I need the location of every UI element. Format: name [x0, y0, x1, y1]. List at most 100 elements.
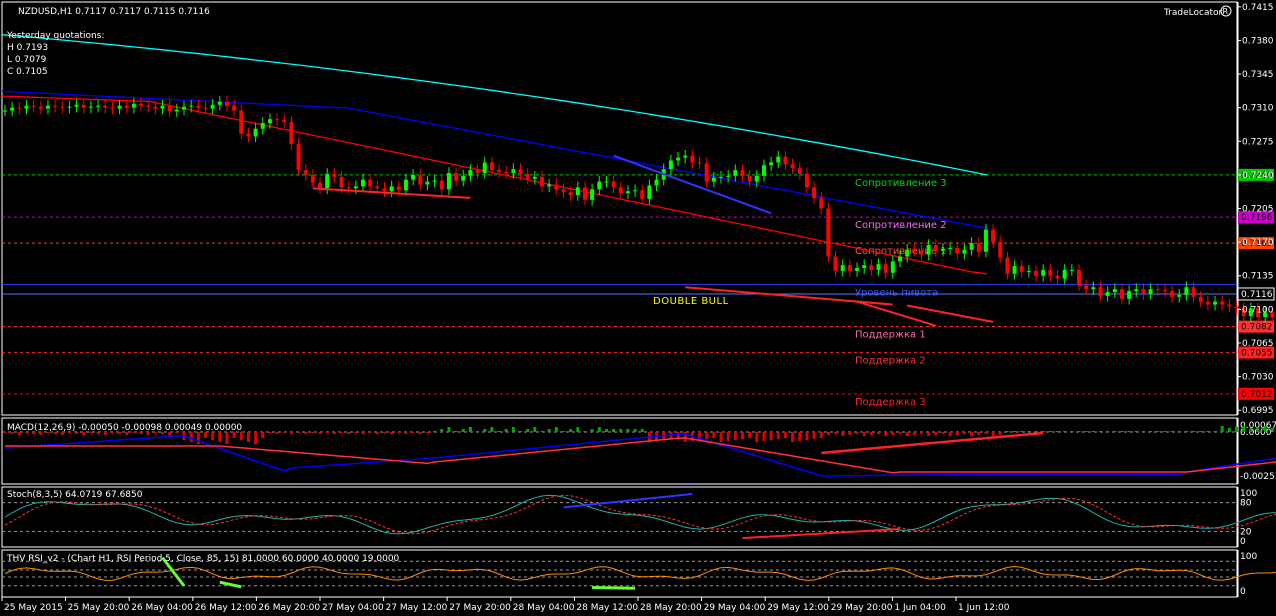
level-label: Уровень пивота: [855, 287, 938, 298]
candle-body: [876, 264, 881, 270]
macd-bar: [1270, 428, 1274, 432]
macd-bar: [1084, 431, 1088, 432]
candle-body: [983, 229, 988, 252]
trading-chart[interactable]: Сопротивление 3 0.7240 Сопротивление 2 0.71…: [0, 0, 1276, 616]
time-tick-label: 27 May 20:00: [449, 603, 511, 613]
macd-bar: [1106, 431, 1110, 432]
level-label: Сопротивление 1: [855, 246, 947, 257]
candle-body: [131, 103, 136, 108]
candle-body: [375, 186, 380, 189]
macd-signal-line: [5, 437, 1276, 474]
macd-bar: [1206, 431, 1210, 432]
macd-bar: [762, 432, 766, 441]
time-tick-label: 28 May 20:00: [640, 603, 702, 613]
candle-body: [1005, 257, 1010, 274]
rsi-line: [4, 565, 1276, 581]
macd-bar: [1034, 431, 1038, 432]
macd-bar: [254, 432, 258, 444]
candle-body: [547, 184, 552, 187]
candle-body: [1184, 287, 1189, 295]
macd-bar: [905, 432, 909, 436]
candle-body: [318, 182, 323, 189]
candle-body: [855, 268, 860, 271]
macd-bar: [297, 432, 301, 433]
candle-body: [991, 229, 996, 243]
macd-bar: [826, 432, 830, 435]
time-tick-label: 26 May 20:00: [258, 603, 320, 613]
macd-bar: [540, 431, 544, 432]
candle-body: [618, 187, 623, 194]
price-tick-label: 0.7415: [1242, 3, 1274, 13]
macd-bar: [1177, 431, 1181, 432]
macd-bar: [1098, 431, 1102, 432]
price-tick-label: 0.7345: [1242, 70, 1274, 80]
candle-body: [203, 107, 208, 109]
macd-bar: [1242, 426, 1246, 432]
candle-body: [489, 162, 494, 171]
macd-bar: [919, 432, 923, 434]
macd-bar: [855, 432, 859, 434]
macd-bar: [354, 432, 358, 433]
macd-bar: [211, 432, 215, 440]
candle-body: [862, 265, 867, 269]
candle-body: [525, 173, 530, 179]
candle-body: [776, 156, 781, 163]
macd-bar: [418, 432, 422, 434]
candle-body: [439, 180, 444, 190]
macd-bar: [468, 427, 472, 432]
candle-body: [482, 162, 487, 173]
candle-body: [446, 172, 451, 190]
candle-body: [654, 179, 659, 186]
candle-body: [690, 155, 695, 163]
time-tick-label: 27 May 04:00: [322, 603, 384, 613]
candle-body: [504, 172, 509, 174]
candle-body: [1127, 291, 1132, 299]
candle-body: [389, 186, 394, 192]
macd-bar: [776, 432, 780, 439]
candle-body: [339, 176, 344, 188]
candle-body: [196, 105, 201, 108]
candle-body: [740, 170, 745, 176]
macd-bar: [318, 432, 322, 434]
candle-body: [1170, 291, 1175, 297]
candle-body: [182, 106, 186, 110]
macd-bar: [382, 432, 386, 433]
candle-body: [411, 174, 416, 180]
macd-bar: [1020, 431, 1024, 432]
candle-body: [840, 265, 845, 271]
candle-body: [561, 189, 566, 193]
time-tick-label: 1 Jun 12:00: [958, 603, 1010, 613]
candle-body: [940, 248, 945, 251]
candle-body: [1148, 289, 1153, 294]
candle-body: [253, 128, 258, 137]
candle-body: [289, 122, 294, 145]
candle-body: [933, 244, 938, 251]
candle-body: [353, 186, 358, 189]
price-tick-label: 0.7065: [1242, 339, 1274, 349]
macd-bar: [748, 432, 752, 438]
macd-bar: [1149, 431, 1153, 432]
candle-body: [361, 179, 365, 187]
macd-bar: [719, 432, 723, 442]
candle-body: [96, 105, 101, 107]
stoch-trendline: [563, 492, 693, 509]
macd-bar: [1235, 427, 1239, 432]
candle-body: [103, 105, 108, 108]
candle-body: [17, 107, 22, 109]
candle-body: [998, 242, 1003, 258]
macd-bar: [340, 432, 344, 433]
candle-body: [454, 172, 459, 181]
macd-bar: [447, 427, 451, 432]
macd-bar: [1048, 431, 1052, 432]
candle-body: [976, 243, 981, 252]
candle-body: [847, 265, 852, 271]
macd-bar: [834, 432, 838, 434]
macd-bar: [791, 432, 795, 442]
macd-bar: [912, 432, 916, 435]
macd-bar: [332, 432, 336, 434]
macd-bar: [1056, 431, 1060, 432]
candle-body: [24, 105, 29, 109]
candle-body: [797, 168, 802, 174]
macd-bar: [561, 431, 565, 432]
moving-average-line: [1, 95, 988, 275]
